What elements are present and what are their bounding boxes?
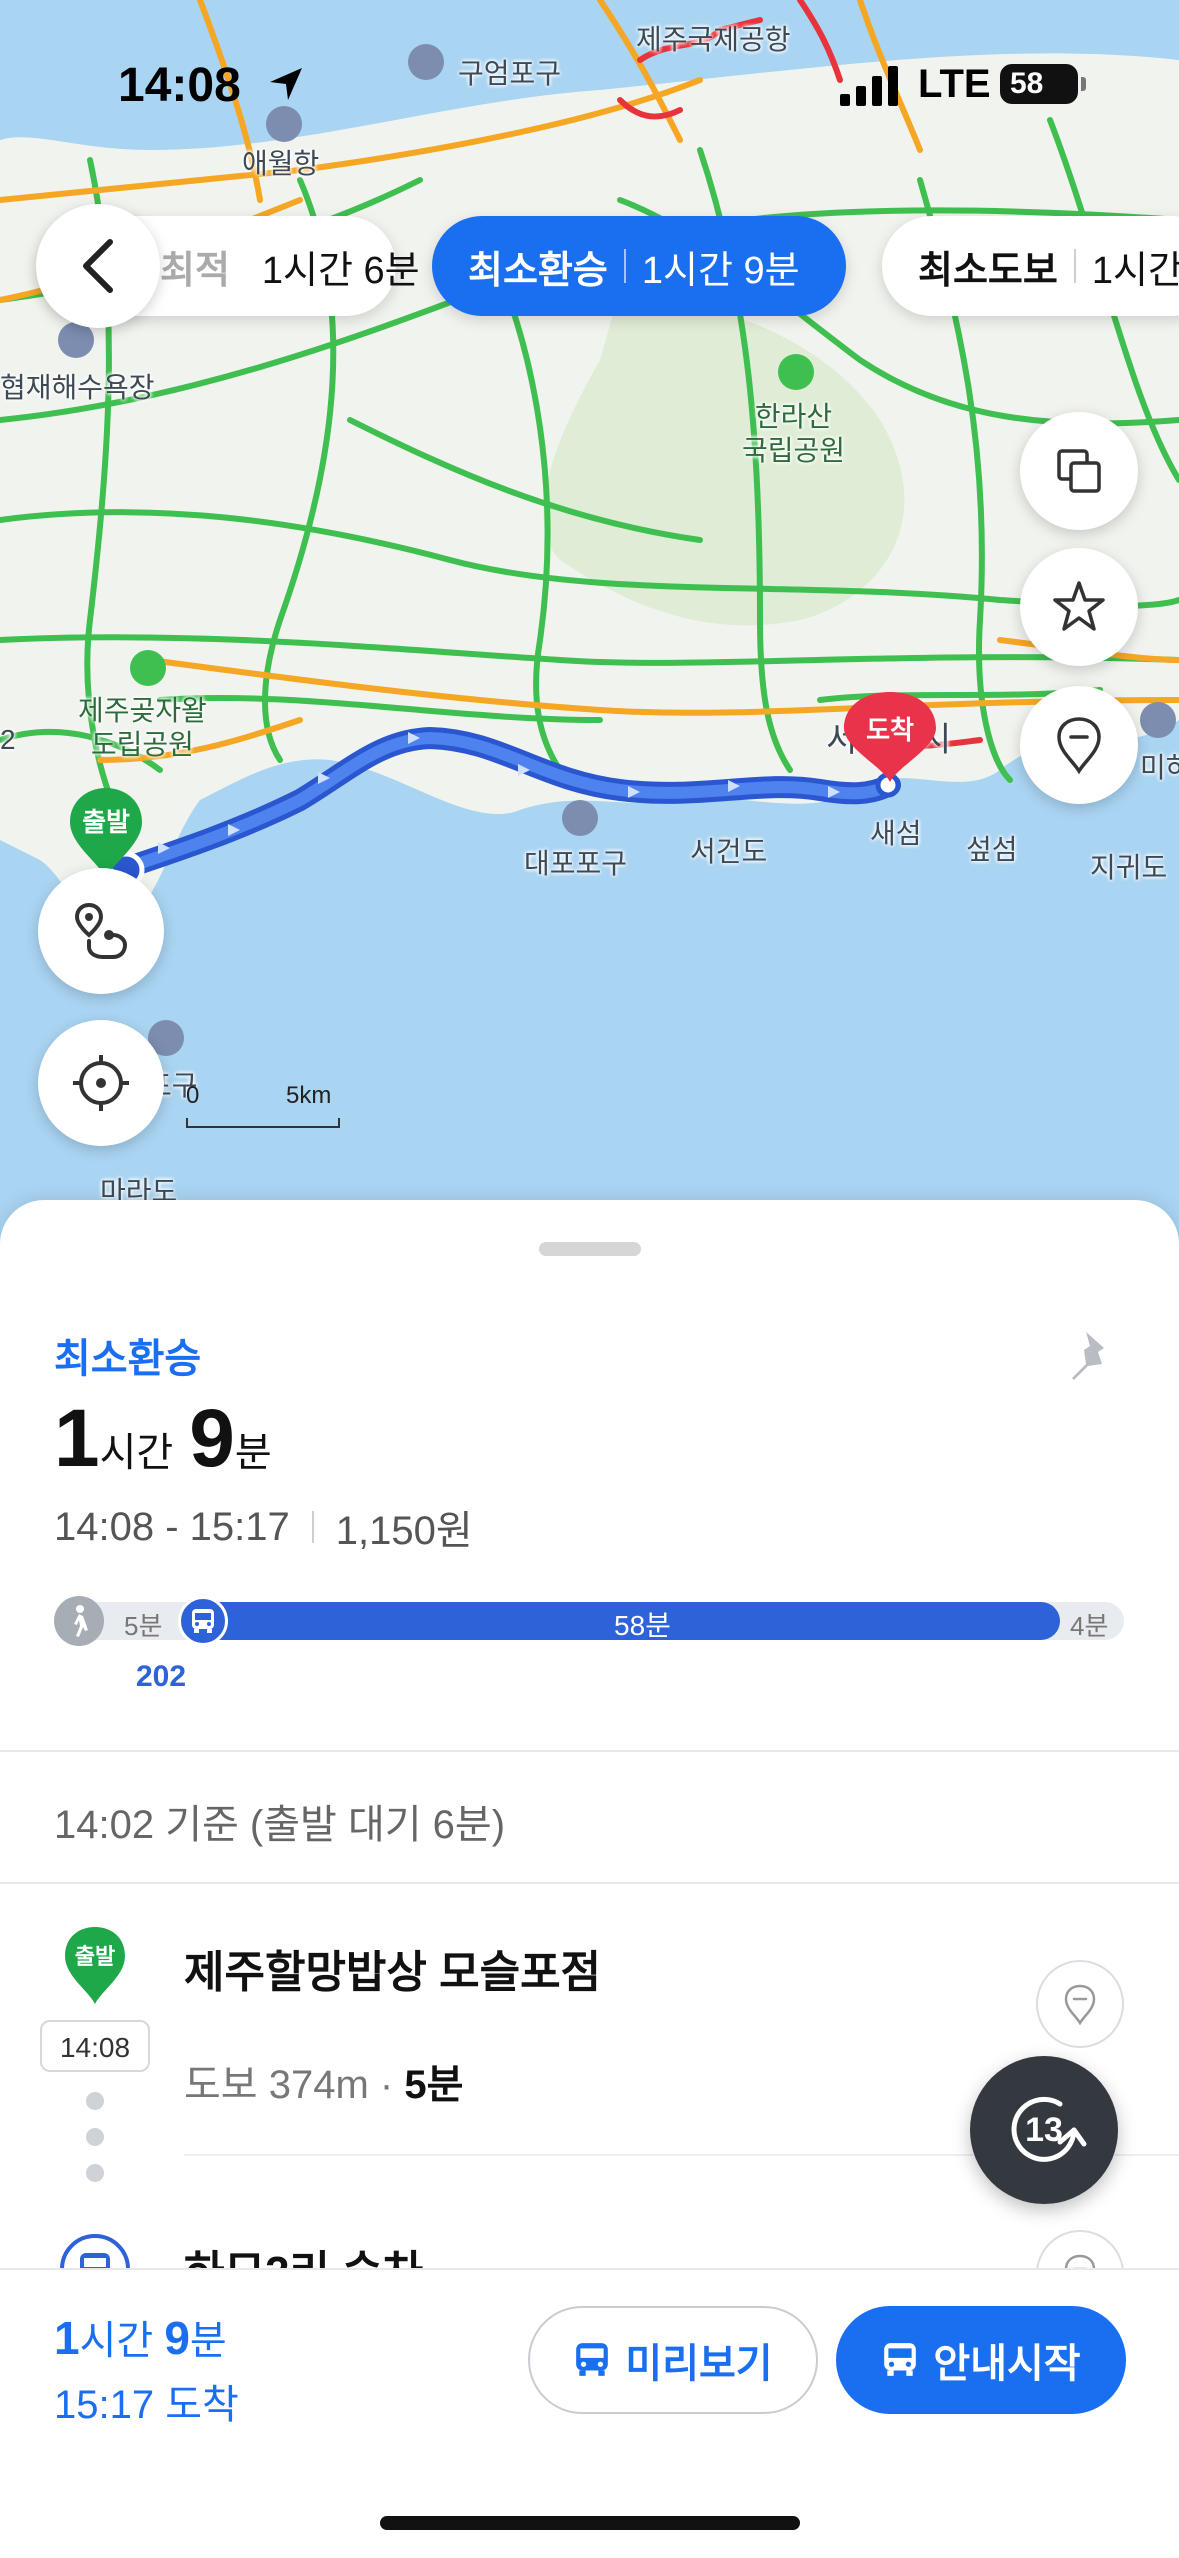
bus-number: 202 xyxy=(136,1660,187,1693)
route-timeline: 5분 58분 4분 xyxy=(54,1596,1124,1646)
battery-indicator: 58 xyxy=(1000,64,1086,104)
map-view[interactable]: 제주국제공항 구엄포구 애월항 협재해수욕장 한라산 국립공원 제주곶자왈 도립… xyxy=(0,0,1179,1260)
star-icon xyxy=(1053,581,1105,631)
bus-icon xyxy=(178,1596,228,1646)
scale-zero: 0 xyxy=(186,1082,200,1109)
chevron-left-icon xyxy=(83,239,113,293)
route-option-time: 1시간 6분 xyxy=(261,249,420,292)
duration-minute-unit: 분 xyxy=(234,1431,272,1475)
bottom-hour-unit: 시간 xyxy=(79,2319,154,2363)
route-steps-button[interactable] xyxy=(38,868,164,994)
walk-info: 도보 374m · 5분 xyxy=(184,2063,464,2107)
status-time: 14:08 xyxy=(118,59,241,112)
start-navigation-label: 안내시작 xyxy=(933,2342,1081,2386)
layers-icon xyxy=(1057,449,1101,493)
bus-duration: 58분 xyxy=(614,1610,671,1641)
location-pin-icon xyxy=(1057,717,1101,775)
refresh-count: 13 xyxy=(1025,2110,1063,2149)
end-marker-label: 도착 xyxy=(866,715,914,745)
start-marker-label: 출발 xyxy=(82,807,130,837)
duration-hour-unit: 시간 xyxy=(99,1431,174,1475)
map-label-island: 섶섬 xyxy=(966,834,1018,865)
favorite-button[interactable] xyxy=(1020,548,1138,666)
location-pin-button[interactable] xyxy=(1020,686,1138,804)
map-scale: 0 5km xyxy=(186,1082,340,1128)
start-time: 14:08 xyxy=(40,2020,150,2072)
route-option-name: 최소도보 xyxy=(918,249,1058,292)
status-bar: 14:08 LTE 58 xyxy=(0,0,1179,170)
bottom-minutes: 9 xyxy=(164,2312,190,2364)
map-label-island: 새섬 xyxy=(870,818,922,849)
arrival-time: 15:17 도착 xyxy=(54,2383,239,2427)
map-label-forest: 제주곶자왈 도립공원 xyxy=(78,695,207,760)
total-duration: 1시간 9분 xyxy=(54,1392,288,1486)
bus-icon xyxy=(576,2343,609,2376)
bus-icon xyxy=(884,2343,917,2376)
map-label-edge: 2 xyxy=(0,724,16,755)
preview-button[interactable]: 미리보기 xyxy=(528,2306,818,2414)
home-indicator[interactable] xyxy=(380,2516,800,2530)
route-path-icon xyxy=(74,902,128,959)
scale-distance: 5km xyxy=(286,1082,332,1109)
bottom-minute-unit: 분 xyxy=(189,2319,227,2363)
route-option-time: 1시간 xyxy=(1091,249,1179,292)
my-location-button[interactable] xyxy=(38,1020,164,1146)
duration-minutes: 9 xyxy=(189,1393,235,1484)
start-location-button[interactable] xyxy=(1036,1960,1124,2048)
duration-hours: 1 xyxy=(54,1393,100,1484)
time-fare-row: 14:08 - 15:17 1,150원 xyxy=(54,1498,473,1556)
route-option-min-transfer[interactable]: 최소환승 1시간 9분 xyxy=(432,216,846,316)
location-arrow-icon xyxy=(270,68,302,100)
map-label-edge: 미하 xyxy=(1140,752,1179,783)
walk-start-duration: 5분 xyxy=(124,1611,163,1641)
bottom-bar: 1시간 9분 15:17 도착 미리보기 안내시작 xyxy=(0,2268,1179,2558)
bottom-hours: 1 xyxy=(54,2312,80,2364)
end-marker[interactable]: 도착 xyxy=(838,688,942,791)
walk-time: 5분 xyxy=(404,2063,464,2107)
crosshair-icon xyxy=(73,1055,129,1111)
route-option-min-walk[interactable]: 최소도보 1시간 xyxy=(882,216,1179,316)
map-pin-icon: 출발 xyxy=(65,1927,125,2004)
start-place-name[interactable]: 제주할망밥상 모슬포점 xyxy=(184,1936,601,2000)
map-label-island: 서건도 xyxy=(690,836,768,867)
route-type-label: 최소환승 xyxy=(54,1337,202,1381)
signal-icon xyxy=(840,66,898,106)
map-label-island: 지귀도 xyxy=(1090,852,1168,883)
fare: 1,150원 xyxy=(335,1509,473,1553)
departure-basis: 14:02 기준 (출발 대기 6분) xyxy=(54,1803,506,1847)
pin-icon[interactable] xyxy=(1064,1326,1114,1386)
network-type: LTE xyxy=(918,62,991,106)
start-badge: 출발 xyxy=(75,1944,115,1969)
bottom-duration: 1시간 9분 xyxy=(54,2308,227,2366)
back-button[interactable] xyxy=(36,204,160,328)
start-navigation-button[interactable]: 안내시작 xyxy=(836,2306,1126,2414)
time-range: 14:08 - 15:17 xyxy=(54,1504,290,1549)
map-label-park: 한라산 국립공원 xyxy=(742,401,846,466)
walk-distance: 도보 374m xyxy=(184,2063,369,2107)
preview-label: 미리보기 xyxy=(625,2342,773,2386)
map-layers-button[interactable] xyxy=(1020,412,1138,530)
refresh-button[interactable]: 13 xyxy=(970,2056,1118,2204)
walk-icon xyxy=(54,1596,104,1646)
walk-end-duration: 4분 xyxy=(1070,1611,1109,1641)
sheet-handle[interactable] xyxy=(539,1242,641,1256)
map-label-beach: 협재해수욕장 xyxy=(0,372,155,403)
route-option-time: 1시간 9분 xyxy=(641,249,800,292)
start-step-icon: 출발 xyxy=(62,1924,128,2011)
map-label-port: 대포포구 xyxy=(524,848,628,879)
location-pin-icon xyxy=(1064,1984,1096,2025)
route-option-name: 최적 xyxy=(160,249,230,292)
route-option-name: 최소환승 xyxy=(468,249,608,292)
